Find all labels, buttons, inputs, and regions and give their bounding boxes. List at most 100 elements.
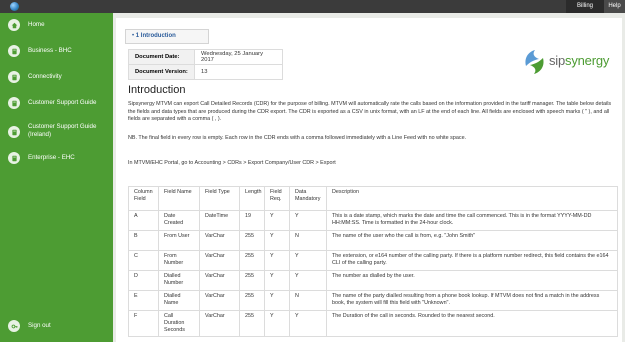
table-cell: Y xyxy=(264,210,290,231)
table-cell: Y xyxy=(264,270,290,291)
table-cell: Y xyxy=(264,230,290,251)
table-cell: F xyxy=(128,310,159,337)
table-cell: 255 xyxy=(239,270,265,291)
logo-text: sipsynergy xyxy=(549,53,609,68)
sipsynergy-logo: sipsynergy xyxy=(522,48,614,76)
table-cell: The number as dialled by the user. xyxy=(326,270,618,291)
table-cell: N xyxy=(289,290,327,311)
column-header: Description xyxy=(326,186,618,211)
column-header: Field Req. xyxy=(264,186,290,211)
book-icon xyxy=(8,126,20,138)
column-header: Field Name xyxy=(158,186,200,211)
document-date-label: Document Date: xyxy=(128,49,195,65)
table-cell: From Number xyxy=(158,250,200,271)
intro-paragraph: Sipsynergy MTVM can export Call Detailed… xyxy=(128,101,612,123)
sidebar-item-connectivity[interactable]: Connectivity xyxy=(0,70,113,84)
book-icon xyxy=(8,71,20,83)
sidebar-item-label: Connectivity xyxy=(28,73,62,80)
table-row: D Dialled Number VarChar 255 Y Y The num… xyxy=(128,270,618,291)
table-cell: A xyxy=(128,210,159,231)
table-cell: Y xyxy=(289,270,327,291)
column-header: Column Field xyxy=(128,186,159,211)
sidebar-item-customer-support-guide[interactable]: Customer Support Guide xyxy=(0,96,113,110)
sidebar-item-enterprise-ehc[interactable]: Enterprise - EHC xyxy=(0,151,113,165)
table-cell: The name of the party dialled resulting … xyxy=(326,290,618,311)
table-cell: VarChar xyxy=(199,230,240,251)
logo-text-a: sip xyxy=(549,53,566,68)
note-paragraph: NB. The final field in every row is empt… xyxy=(128,135,467,141)
column-header: Field Type xyxy=(199,186,240,211)
table-cell: Y xyxy=(264,310,290,337)
sidebar-item-home[interactable]: Home xyxy=(0,18,113,32)
table-cell: D xyxy=(128,270,159,291)
table-cell: C xyxy=(128,250,159,271)
table-cell: 255 xyxy=(239,310,265,337)
sidebar-item-customer-support-guide-ireland[interactable]: Customer Support Guide (Ireland) xyxy=(0,121,113,143)
table-row: B From User VarChar 255 Y N The name of … xyxy=(128,230,618,251)
navigation-paragraph: In MTVM/EHC Portal, go to Accounting > C… xyxy=(128,160,336,166)
table-cell: This is a date stamp, which marks the da… xyxy=(326,210,618,231)
table-row: F Call Duration Seconds VarChar 255 Y Y … xyxy=(128,310,618,337)
table-cell: B xyxy=(128,230,159,251)
logo-text-b: synergy xyxy=(565,53,610,68)
help-link[interactable]: Help xyxy=(604,0,625,13)
table-row: C From Number VarChar 255 Y Y The extens… xyxy=(128,250,618,271)
table-cell: VarChar xyxy=(199,310,240,337)
document-date-value: Wednesday, 25 January 2017 xyxy=(194,49,283,65)
document-info-table: Document Date: Wednesday, 25 January 201… xyxy=(128,49,283,80)
sign-out-button[interactable]: Sign out xyxy=(0,319,113,333)
logo-mark-icon xyxy=(525,50,544,74)
table-cell: 255 xyxy=(239,250,265,271)
table-cell: The Duration of the call in seconds. Rou… xyxy=(326,310,618,337)
tab-label: 1 Introduction xyxy=(135,33,176,39)
table-cell: VarChar xyxy=(199,250,240,271)
table-cell: Date Created xyxy=(158,210,200,231)
document-version-label: Document Version: xyxy=(128,64,195,80)
cdr-fields-table: Column Field Field Name Field Type Lengt… xyxy=(128,186,618,337)
sidebar-item-label: Home xyxy=(28,21,45,28)
table-cell: 255 xyxy=(239,290,265,311)
table-cell: E xyxy=(128,290,159,311)
table-cell: Dialled Number xyxy=(158,270,200,291)
document-version-value: 13 xyxy=(194,64,283,80)
sidebar-item-label: Business - BHC xyxy=(28,47,72,54)
table-cell: Y xyxy=(289,210,327,231)
key-icon xyxy=(8,320,20,332)
table-row: E Dialled Name VarChar 255 Y N The name … xyxy=(128,290,618,311)
sign-out-label: Sign out xyxy=(28,322,51,329)
column-header: Length xyxy=(239,186,265,211)
book-icon xyxy=(8,97,20,109)
table-cell: 255 xyxy=(239,230,265,251)
sidebar-item-label: Customer Support Guide (Ireland) xyxy=(28,123,97,138)
table-row: A Date Created DateTime 19 Y Y This is a… xyxy=(128,210,618,231)
sidebar: Home Business - BHC Connectivity Custome… xyxy=(0,13,113,342)
table-cell: The name of the user who the call is fro… xyxy=(326,230,618,251)
table-cell: Y xyxy=(289,310,327,337)
page-title: Introduction xyxy=(128,84,186,96)
book-icon xyxy=(8,45,20,57)
table-cell: Call Duration Seconds xyxy=(158,310,200,337)
sidebar-item-label: Customer Support Guide xyxy=(28,99,97,106)
billing-link[interactable]: Billing xyxy=(566,0,604,13)
table-cell: From User xyxy=(158,230,200,251)
table-cell: 19 xyxy=(239,210,265,231)
column-header: Data Mandatory xyxy=(289,186,327,211)
sidebar-item-business-bhc[interactable]: Business - BHC xyxy=(0,44,113,58)
table-cell: Y xyxy=(289,250,327,271)
table-cell: VarChar xyxy=(199,290,240,311)
table-cell: Y xyxy=(264,250,290,271)
main-content: • 1 Introduction Document Date: Wednesda… xyxy=(116,18,622,342)
table-cell: DateTime xyxy=(199,210,240,231)
table-cell: N xyxy=(289,230,327,251)
globe-icon[interactable] xyxy=(10,2,19,11)
table-header-row: Column Field Field Name Field Type Lengt… xyxy=(128,186,618,211)
table-cell: VarChar xyxy=(199,270,240,291)
book-icon xyxy=(8,152,20,164)
table-cell: Dialled Name xyxy=(158,290,200,311)
sidebar-item-label: Enterprise - EHC xyxy=(28,154,75,161)
home-icon xyxy=(8,19,20,31)
table-cell: Y xyxy=(264,290,290,311)
table-cell: The extension, or e164 number of the cal… xyxy=(326,250,618,271)
top-bar: Billing Help xyxy=(0,0,625,13)
tab-introduction[interactable]: • 1 Introduction xyxy=(125,29,209,44)
